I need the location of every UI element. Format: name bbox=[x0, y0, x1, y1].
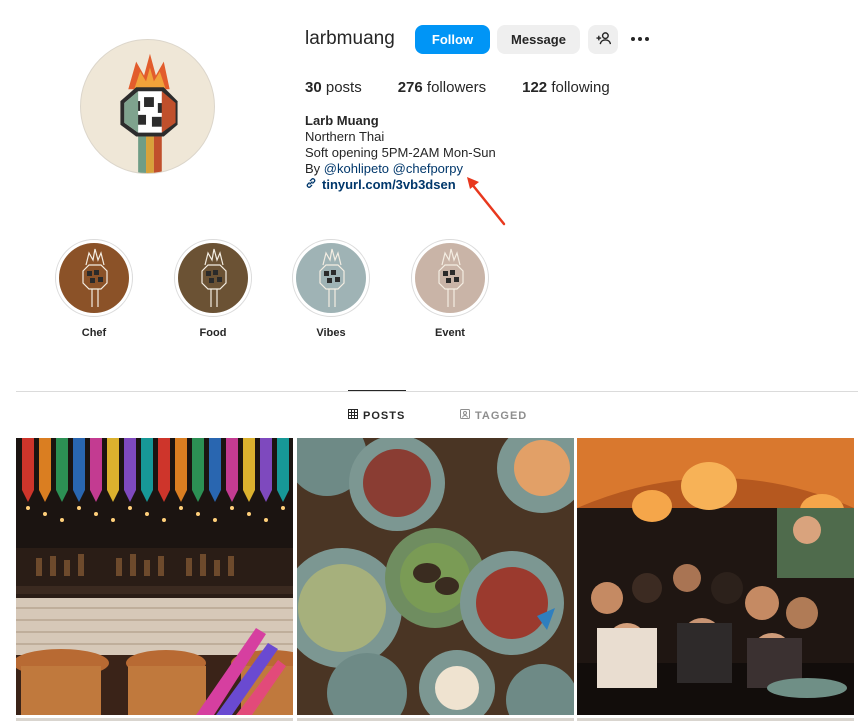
following-stat[interactable]: 122 following bbox=[522, 79, 610, 96]
highlight-cover bbox=[292, 239, 370, 317]
highlight-label: Chef bbox=[81, 327, 107, 339]
post-thumbnail-bar[interactable] bbox=[16, 438, 293, 715]
highlight-cover bbox=[174, 239, 252, 317]
tabs-divider bbox=[16, 391, 858, 392]
highlight-cover bbox=[411, 239, 489, 317]
lantern-icon bbox=[415, 243, 485, 313]
grid-icon bbox=[348, 409, 358, 422]
tab-tagged[interactable]: TAGGED bbox=[460, 409, 527, 422]
highlight-vibes[interactable]: Vibes bbox=[292, 239, 370, 339]
lantern-icon bbox=[178, 243, 248, 313]
bio-link-text[interactable]: tinyurl.com/3vb3dsen bbox=[322, 177, 456, 193]
chain-link-icon bbox=[305, 177, 317, 193]
highlight-cover bbox=[55, 239, 133, 317]
ellipsis-icon bbox=[630, 37, 649, 41]
followers-stat[interactable]: 276 followers bbox=[398, 79, 486, 96]
tab-posts-label: POSTS bbox=[363, 409, 406, 422]
bio-category: Northern Thai bbox=[305, 129, 385, 144]
post-thumbnail-crowd[interactable] bbox=[577, 438, 854, 715]
highlight-label: Event bbox=[435, 327, 465, 339]
profile-avatar[interactable] bbox=[80, 39, 215, 174]
annotation-arrow bbox=[467, 177, 506, 226]
suggest-accounts-button[interactable] bbox=[588, 25, 618, 54]
following-count: 122 bbox=[522, 79, 548, 96]
more-options-button[interactable] bbox=[627, 30, 652, 48]
follow-button[interactable]: Follow bbox=[415, 25, 490, 54]
highlight-food[interactable]: Food bbox=[174, 239, 252, 339]
posts-stat: 30 posts bbox=[305, 79, 362, 96]
bio-by-prefix: By bbox=[305, 161, 321, 176]
mention-link-kohlipeto[interactable]: @kohlipeto bbox=[324, 161, 389, 176]
lantern-icon bbox=[59, 243, 129, 313]
person-plus-icon bbox=[595, 31, 611, 49]
profile-stats: 30 posts 276 followers 122 following bbox=[305, 79, 646, 96]
tab-posts[interactable]: POSTS bbox=[348, 409, 405, 422]
followers-count: 276 bbox=[397, 79, 423, 96]
tag-person-icon bbox=[460, 409, 470, 422]
active-tab-indicator bbox=[348, 390, 406, 391]
bio-name: Larb Muang bbox=[305, 113, 379, 128]
highlight-label: Food bbox=[199, 327, 227, 339]
post-thumbnail-food[interactable] bbox=[297, 438, 574, 715]
mention-link-chefporpy[interactable]: @chefporpy bbox=[393, 161, 463, 176]
tab-tagged-label: TAGGED bbox=[475, 409, 528, 422]
message-button[interactable]: Message bbox=[497, 25, 580, 54]
followers-label: followers bbox=[426, 79, 487, 96]
profile-username: larbmuang bbox=[305, 28, 395, 49]
lantern-icon bbox=[296, 243, 366, 313]
highlight-label: Vibes bbox=[316, 327, 346, 339]
highlight-event[interactable]: Event bbox=[411, 239, 489, 339]
highlight-chef[interactable]: Chef bbox=[55, 239, 133, 339]
bio-hours: Soft opening 5PM-2AM Mon-Sun bbox=[305, 145, 496, 160]
following-label: following bbox=[551, 79, 610, 96]
posts-count: 30 bbox=[305, 79, 322, 96]
posts-label: posts bbox=[325, 79, 362, 96]
